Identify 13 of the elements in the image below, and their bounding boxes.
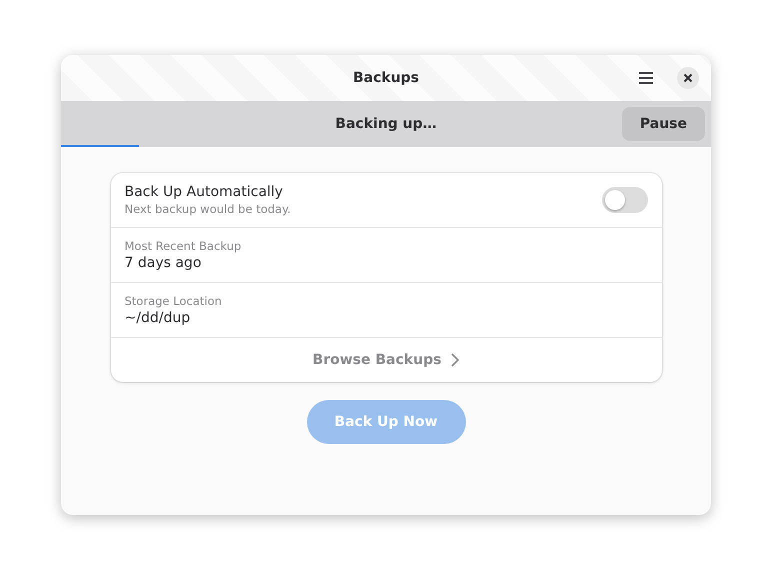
setting-label: Back Up Automatically <box>124 184 284 200</box>
close-icon[interactable] <box>677 67 699 89</box>
pause-button[interactable]: Pause <box>622 107 705 141</box>
row-label: Most Recent Backup <box>124 239 242 253</box>
window-title: Backups <box>352 70 420 86</box>
toggle-switch[interactable] <box>602 187 648 213</box>
setting-subtitle: Next backup would be today. <box>124 202 292 216</box>
row-label: Storage Location <box>124 294 223 308</box>
row-value: ~/dd/dup <box>124 310 192 326</box>
row-value: 7 days ago <box>124 255 202 271</box>
browse-backups-link[interactable]: Browse Backups <box>312 352 442 368</box>
chevron-icon <box>451 353 460 367</box>
banner-text: Backing up… <box>335 116 437 132</box>
